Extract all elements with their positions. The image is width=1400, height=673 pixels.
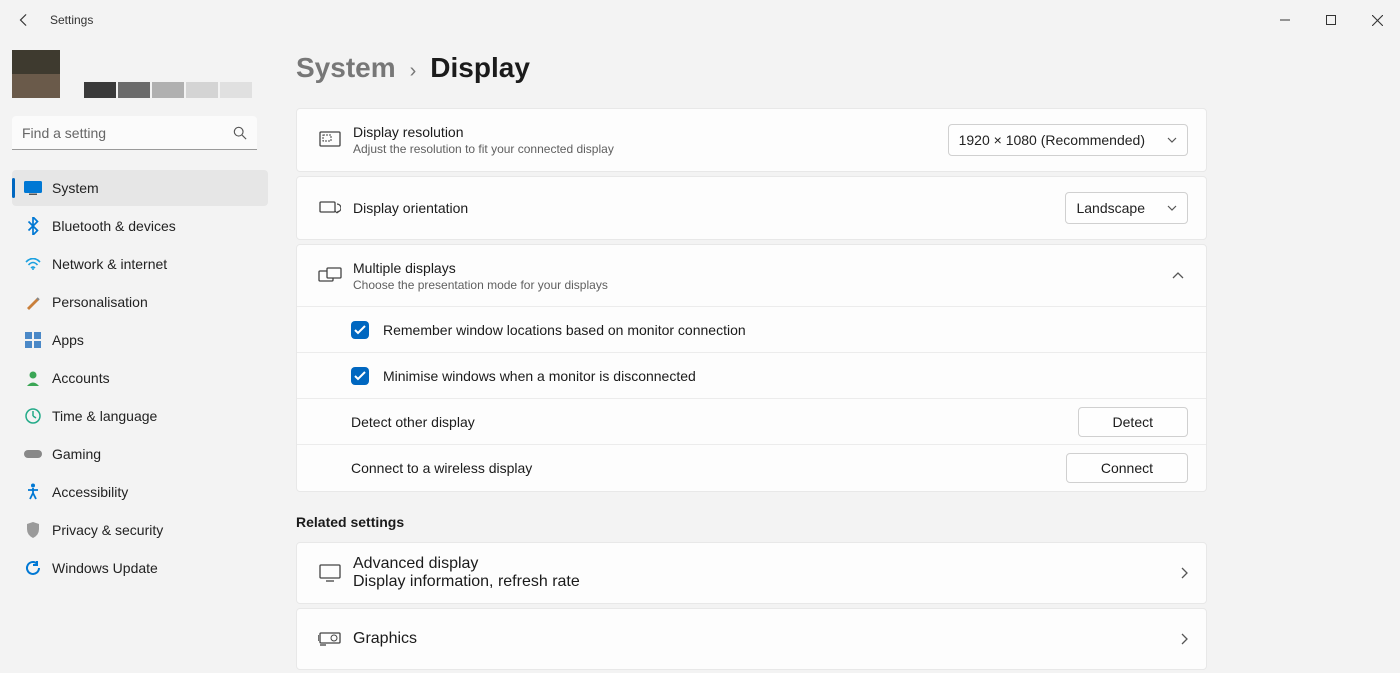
sidebar-item-label: Windows Update xyxy=(52,560,158,576)
window-title: Settings xyxy=(50,13,93,27)
page-title: Display xyxy=(430,52,530,84)
related-settings-heading: Related settings xyxy=(296,514,1376,530)
main-content: System › Display Display resolution Adju… xyxy=(296,40,1400,673)
remember-windows-label: Remember window locations based on monit… xyxy=(383,322,1188,338)
sidebar-item-label: Apps xyxy=(52,332,84,348)
orientation-icon xyxy=(315,199,345,217)
search-box[interactable] xyxy=(12,116,257,150)
minimise-windows-label: Minimise windows when a monitor is disco… xyxy=(383,368,1188,384)
minimize-button[interactable] xyxy=(1262,0,1308,40)
resolution-sub: Adjust the resolution to fit your connec… xyxy=(353,142,948,156)
chevron-down-icon xyxy=(1167,205,1177,211)
orientation-value: Landscape xyxy=(1076,200,1145,216)
sidebar-item-label: Accounts xyxy=(52,370,110,386)
checkbox-checked[interactable] xyxy=(351,321,369,339)
profile-block[interactable] xyxy=(12,50,268,98)
detect-display-label: Detect other display xyxy=(351,414,1078,430)
sidebar-item-label: System xyxy=(52,180,99,196)
connect-wireless-label: Connect to a wireless display xyxy=(351,460,1066,476)
connect-button[interactable]: Connect xyxy=(1066,453,1188,483)
multiple-displays-icon xyxy=(315,267,345,285)
sidebar-item-label: Time & language xyxy=(52,408,157,424)
windows-update-icon xyxy=(24,559,42,577)
chevron-right-icon: › xyxy=(410,60,417,83)
profile-name-redacted xyxy=(84,82,252,98)
sidebar-item-apps[interactable]: Apps xyxy=(12,322,268,358)
breadcrumb: System › Display xyxy=(296,52,1376,84)
sidebar-item-label: Accessibility xyxy=(52,484,128,500)
sidebar-item-label: Gaming xyxy=(52,446,101,462)
orientation-label: Display orientation xyxy=(353,200,1065,216)
sidebar-item-system[interactable]: System xyxy=(12,170,268,206)
advanced-display-card[interactable]: Advanced display Display information, re… xyxy=(296,542,1207,604)
resolution-value: 1920 × 1080 (Recommended) xyxy=(959,132,1145,148)
advanced-display-icon xyxy=(315,564,345,582)
graphics-card[interactable]: Graphics xyxy=(296,608,1207,670)
titlebar: Settings xyxy=(0,0,1400,40)
network-icon xyxy=(24,255,42,273)
apps-icon xyxy=(24,331,42,349)
sidebar-item-gaming[interactable]: Gaming xyxy=(12,436,268,472)
chevron-right-icon xyxy=(1181,567,1188,579)
graphics-label: Graphics xyxy=(353,630,1181,648)
chevron-right-icon xyxy=(1181,633,1188,645)
sidebar-item-label: Network & internet xyxy=(52,256,167,272)
multiple-displays-sub: Choose the presentation mode for your di… xyxy=(353,278,1172,292)
avatar xyxy=(12,50,60,98)
setting-card-orientation: Display orientation Landscape xyxy=(296,176,1207,240)
setting-card-resolution: Display resolution Adjust the resolution… xyxy=(296,108,1207,172)
sidebar-item-personalisation[interactable]: Personalisation xyxy=(12,284,268,320)
setting-card-multiple-displays: Multiple displays Choose the presentatio… xyxy=(296,244,1207,492)
accounts-icon xyxy=(24,369,42,387)
advanced-display-label: Advanced display xyxy=(353,555,1181,573)
sidebar-item-network[interactable]: Network & internet xyxy=(12,246,268,282)
close-button[interactable] xyxy=(1354,0,1400,40)
resolution-label: Display resolution xyxy=(353,124,948,140)
breadcrumb-parent[interactable]: System xyxy=(296,52,396,84)
minimise-windows-row[interactable]: Minimise windows when a monitor is disco… xyxy=(297,353,1206,399)
advanced-display-sub: Display information, refresh rate xyxy=(353,573,1181,591)
multiple-displays-expander[interactable]: Multiple displays Choose the presentatio… xyxy=(297,245,1206,307)
resolution-select[interactable]: 1920 × 1080 (Recommended) xyxy=(948,124,1188,156)
time-language-icon xyxy=(24,407,42,425)
connect-wireless-row: Connect to a wireless display Connect xyxy=(297,445,1206,491)
gaming-icon xyxy=(24,445,42,463)
back-button[interactable] xyxy=(16,12,32,28)
chevron-down-icon xyxy=(1167,137,1177,143)
remember-windows-row[interactable]: Remember window locations based on monit… xyxy=(297,307,1206,353)
sidebar-item-privacy[interactable]: Privacy & security xyxy=(12,512,268,548)
sidebar: System Bluetooth & devices Network & int… xyxy=(0,40,280,586)
bluetooth-icon xyxy=(24,217,42,235)
window-controls xyxy=(1262,0,1400,40)
multiple-displays-label: Multiple displays xyxy=(353,260,1172,276)
sidebar-item-label: Personalisation xyxy=(52,294,148,310)
privacy-icon xyxy=(24,521,42,539)
search-input[interactable] xyxy=(12,116,257,150)
sidebar-item-bluetooth[interactable]: Bluetooth & devices xyxy=(12,208,268,244)
maximize-button[interactable] xyxy=(1308,0,1354,40)
detect-button[interactable]: Detect xyxy=(1078,407,1188,437)
orientation-select[interactable]: Landscape xyxy=(1065,192,1188,224)
sidebar-item-label: Bluetooth & devices xyxy=(52,218,176,234)
chevron-up-icon xyxy=(1172,272,1184,279)
detect-display-row: Detect other display Detect xyxy=(297,399,1206,445)
resolution-icon xyxy=(315,131,345,149)
personalisation-icon xyxy=(24,293,42,311)
sidebar-item-accounts[interactable]: Accounts xyxy=(12,360,268,396)
accessibility-icon xyxy=(24,483,42,501)
search-icon xyxy=(233,126,247,140)
sidebar-item-time-language[interactable]: Time & language xyxy=(12,398,268,434)
checkbox-checked[interactable] xyxy=(351,367,369,385)
graphics-icon xyxy=(315,631,345,647)
nav-list: System Bluetooth & devices Network & int… xyxy=(12,170,268,586)
sidebar-item-accessibility[interactable]: Accessibility xyxy=(12,474,268,510)
sidebar-item-windows-update[interactable]: Windows Update xyxy=(12,550,268,586)
sidebar-item-label: Privacy & security xyxy=(52,522,163,538)
system-icon xyxy=(24,179,42,197)
